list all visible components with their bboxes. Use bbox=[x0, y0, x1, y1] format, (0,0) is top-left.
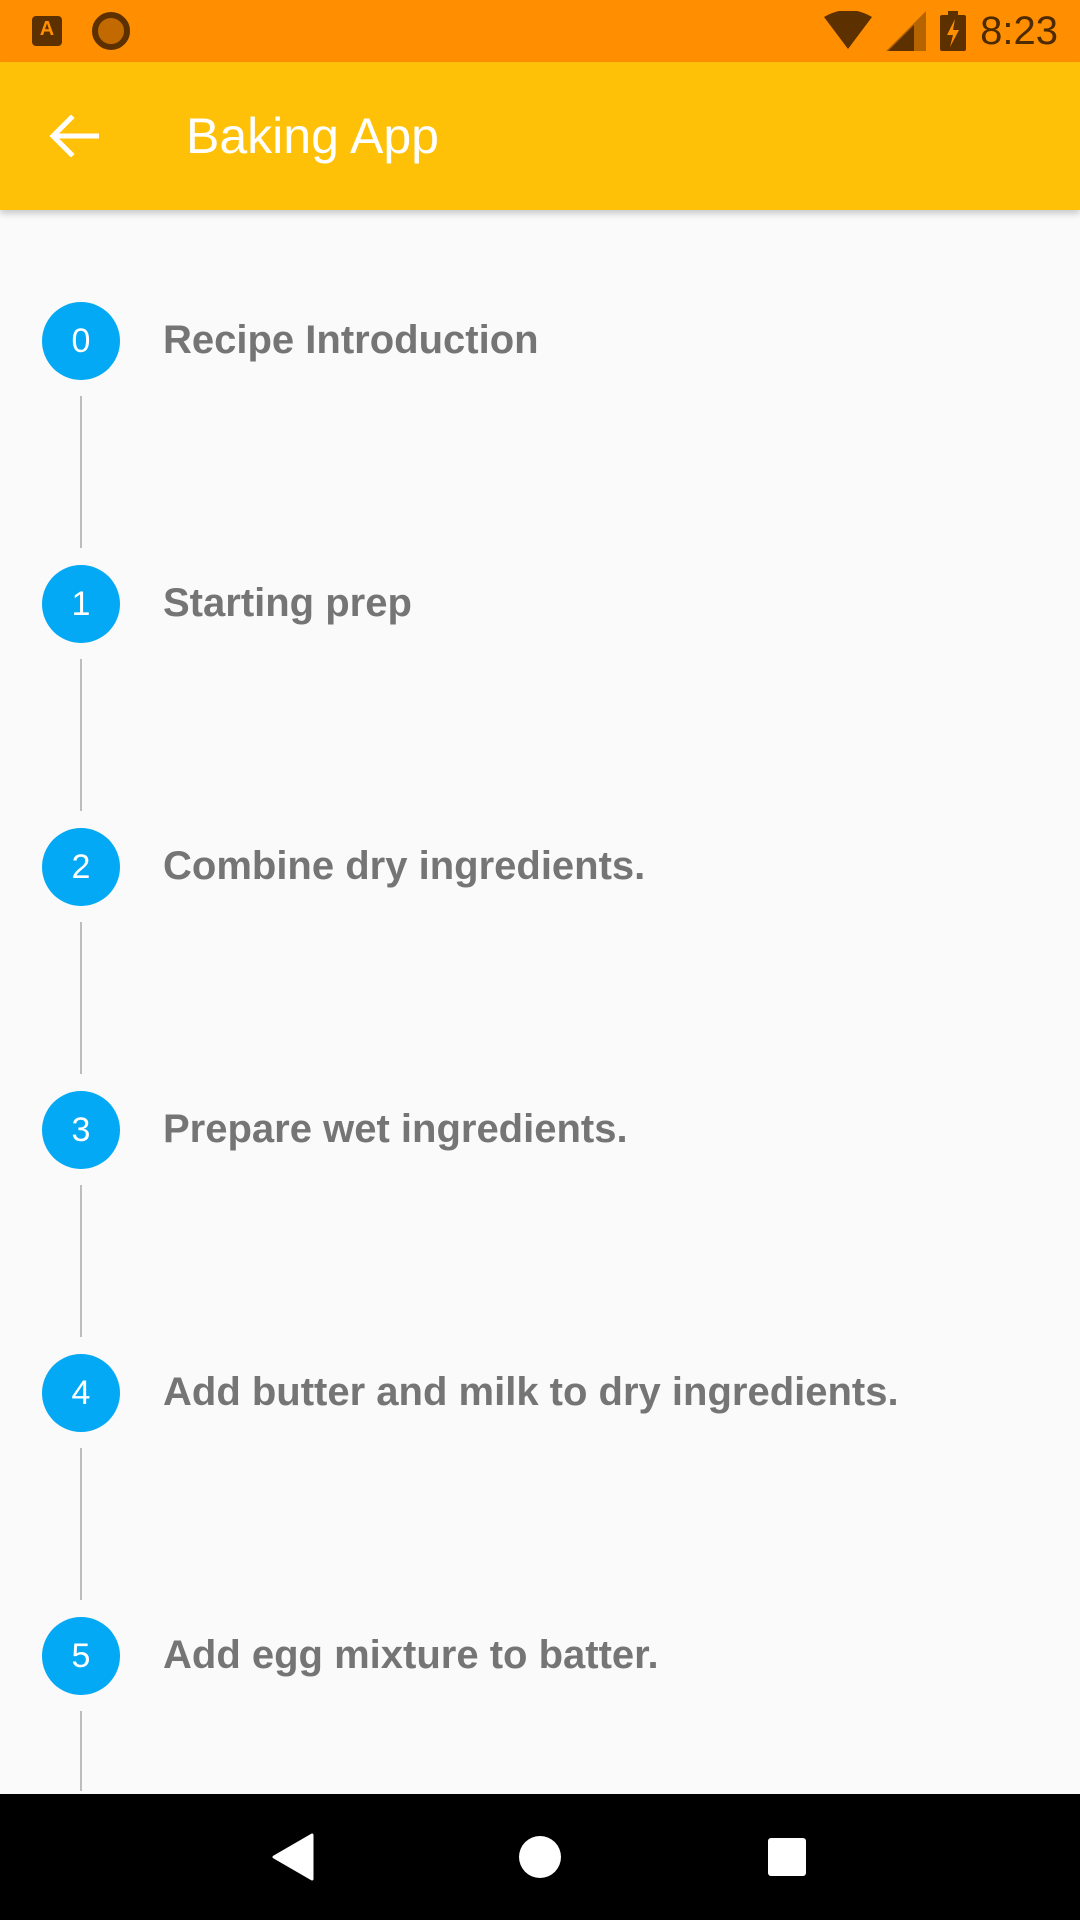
a-notification-icon: A bbox=[32, 16, 62, 46]
status-time: 8:23 bbox=[980, 8, 1058, 53]
status-bar: A 8:23 bbox=[0, 0, 1080, 62]
system-nav-bar bbox=[0, 1794, 1080, 1920]
nav-recents-button[interactable] bbox=[737, 1807, 837, 1907]
step-number-badge: 5 bbox=[42, 1617, 120, 1695]
step-number-badge: 0 bbox=[42, 302, 120, 380]
step-label: Recipe Introduction bbox=[163, 318, 539, 362]
step-item[interactable]: 0 Recipe Introduction bbox=[0, 210, 1080, 548]
nav-home-button[interactable] bbox=[490, 1807, 590, 1907]
step-item[interactable]: 4 Add butter and milk to dry ingredients… bbox=[0, 1262, 1080, 1600]
step-label: Prepare wet ingredients. bbox=[163, 1107, 628, 1151]
back-button[interactable] bbox=[26, 88, 122, 184]
app-bar: Baking App bbox=[0, 62, 1080, 210]
arrow-back-icon bbox=[49, 115, 99, 157]
step-number-badge: 3 bbox=[42, 1091, 120, 1169]
step-item[interactable]: 1 Starting prep bbox=[0, 473, 1080, 811]
step-item[interactable]: 3 Prepare wet ingredients. bbox=[0, 999, 1080, 1337]
step-label: Add egg mixture to batter. bbox=[163, 1633, 659, 1677]
app-title: Baking App bbox=[186, 108, 439, 164]
step-item[interactable]: 5 Add egg mixture to batter. bbox=[0, 1525, 1080, 1791]
status-system-icons: 8:23 bbox=[824, 9, 1058, 54]
wifi-icon bbox=[824, 11, 873, 49]
step-item[interactable]: 2 Combine dry ingredients. bbox=[0, 736, 1080, 1074]
status-notifications: A bbox=[32, 12, 130, 50]
cell-signal-icon bbox=[886, 11, 927, 51]
step-label: Combine dry ingredients. bbox=[163, 844, 646, 888]
step-connector bbox=[80, 1711, 82, 1791]
battery-charging-icon bbox=[940, 11, 967, 51]
step-number-badge: 4 bbox=[42, 1354, 120, 1432]
step-label: Add butter and milk to dry ingredients. bbox=[163, 1370, 899, 1414]
recents-square-icon bbox=[767, 1838, 806, 1876]
nav-back-button[interactable] bbox=[243, 1807, 343, 1907]
step-number-badge: 2 bbox=[42, 828, 120, 906]
back-triangle-icon bbox=[272, 1833, 314, 1881]
home-circle-icon bbox=[518, 1836, 561, 1878]
circle-notification-icon bbox=[92, 12, 130, 50]
step-number-badge: 1 bbox=[42, 565, 120, 643]
step-label: Starting prep bbox=[163, 581, 412, 625]
